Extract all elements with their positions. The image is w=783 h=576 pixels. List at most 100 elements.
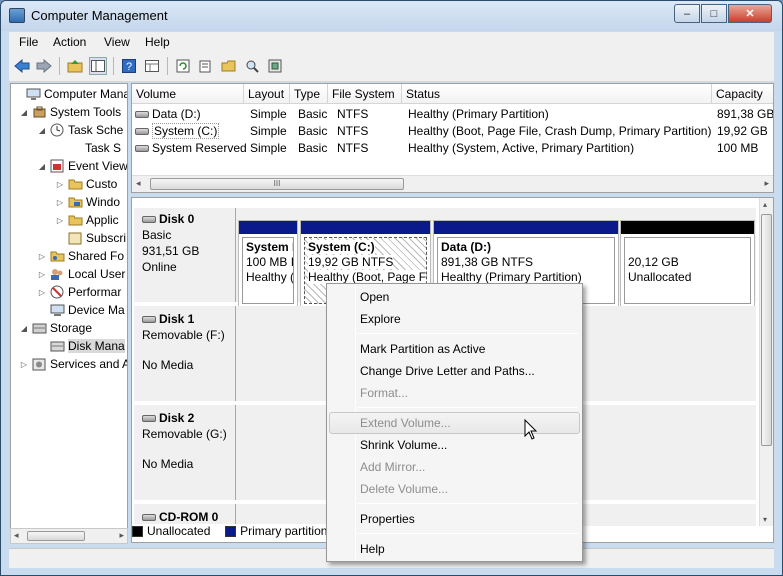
tree-item-subscriptions[interactable]: Subscri — [55, 229, 126, 247]
menu-item-format[interactable]: Format... — [329, 382, 580, 404]
volume-type: Basic — [298, 141, 328, 155]
partition-system-reserved[interactable]: System I 100 MB I Healthy ( — [238, 220, 298, 308]
column-header-capacity[interactable]: Capacity — [712, 84, 773, 104]
tree-item-label: Subscri — [86, 231, 127, 245]
menu-item-help[interactable]: Help — [329, 538, 580, 560]
partition-unallocated[interactable]: 20,12 GB Unallocated — [620, 220, 755, 308]
search-icon[interactable] — [243, 57, 261, 75]
volume-capacity: 100 MB — [717, 141, 759, 155]
menu-view[interactable]: View — [104, 35, 130, 49]
volume-horizontal-scrollbar[interactable]: ◂ III ▸ — [132, 175, 773, 192]
scroll-down-icon[interactable]: ▾ — [763, 515, 767, 524]
close-button[interactable]: ✕ — [728, 4, 772, 23]
menu-item-add-mirror[interactable]: Add Mirror... — [329, 456, 580, 478]
tree-expander: ▷ — [56, 215, 64, 225]
scroll-left-icon[interactable]: ◂ — [136, 178, 141, 189]
tree-item-storage[interactable]: ◢ Storage — [19, 319, 92, 337]
tree-item-task-scheduler[interactable]: ◢ Task Sche — [37, 121, 123, 139]
tree-item-windows-logs[interactable]: ▷ Windo — [55, 193, 120, 211]
tree-horizontal-scrollbar[interactable]: ◂ ▸ — [10, 528, 128, 544]
scroll-thumb[interactable] — [27, 531, 85, 541]
menu-item-change-drive-letter[interactable]: Change Drive Letter and Paths... — [329, 360, 580, 382]
refresh-icon[interactable] — [174, 57, 192, 75]
partition-body: 20,12 GB Unallocated — [624, 237, 751, 304]
tree-item-label: Device Ma — [68, 303, 125, 317]
volume-name: System (C:) — [135, 123, 220, 139]
open-folder-icon[interactable] — [220, 57, 238, 75]
tree-item-system-tools[interactable]: ◢ System Tools — [19, 103, 121, 121]
minimize-button[interactable]: – — [674, 4, 700, 23]
tree-item-computer-management[interactable]: Computer Manag — [13, 85, 127, 103]
volume-name-label: System (C:) — [152, 123, 220, 139]
navigation-tree[interactable]: Computer Manag ◢ System Tools ◢ Task Sch… — [10, 83, 128, 542]
column-header-volume[interactable]: Volume — [132, 84, 244, 104]
scroll-thumb[interactable]: III — [150, 178, 404, 190]
column-header-file-system[interactable]: File System — [328, 84, 402, 104]
menu-item-mark-partition-active[interactable]: Mark Partition as Active — [329, 338, 580, 360]
scroll-left-icon[interactable]: ◂ — [14, 530, 19, 541]
properties-grid-icon[interactable] — [143, 57, 161, 75]
disk-icon — [142, 415, 156, 423]
menu-item-shrink-volume[interactable]: Shrink Volume... — [329, 434, 580, 456]
up-folder-icon[interactable] — [66, 57, 84, 75]
tree-item-task-scheduler-library[interactable]: Task S — [73, 139, 121, 157]
title-bar[interactable]: Computer Management – □ ✕ — [1, 1, 782, 31]
help-icon[interactable]: ? — [120, 57, 138, 75]
scroll-thumb[interactable] — [761, 214, 772, 446]
export-list-icon[interactable] — [197, 57, 215, 75]
legend-swatch-unallocated — [132, 526, 143, 538]
disk-name: Disk 0 — [159, 212, 195, 226]
disk-vertical-scrollbar[interactable]: ▴ ▾ — [759, 198, 773, 526]
tree-expander: ◢ — [20, 323, 28, 333]
tools-icon — [31, 105, 47, 120]
back-arrow-icon[interactable] — [13, 57, 31, 75]
menu-item-delete-volume[interactable]: Delete Volume... — [329, 478, 580, 500]
disk-status: No Media — [142, 457, 194, 471]
tree-item-label: Applic — [86, 213, 119, 227]
scroll-right-icon[interactable]: ▸ — [119, 530, 124, 541]
menu-file[interactable]: File — [19, 35, 38, 49]
tree-item-event-viewer[interactable]: ◢ Event View — [37, 157, 127, 175]
tree-item-applications-logs[interactable]: ▷ Applic — [55, 211, 119, 229]
scroll-right-icon[interactable]: ▸ — [764, 178, 769, 189]
menu-item-properties[interactable]: Properties — [329, 508, 580, 530]
disk-2-label[interactable]: Disk 2 Removable (G:) No Media — [134, 405, 236, 500]
menu-action[interactable]: Action — [53, 35, 86, 49]
partition-status: Healthy (Boot, Page Fi — [308, 270, 427, 284]
disk-1-label[interactable]: Disk 1 Removable (F:) No Media — [134, 306, 236, 401]
show-hide-tree-icon[interactable] — [89, 57, 107, 75]
tree-item-performance[interactable]: ▷ Performar — [37, 283, 121, 301]
tree-item-device-manager[interactable]: Device Ma — [37, 301, 125, 319]
tree-item-label: Task Sche — [68, 123, 124, 137]
menu-help[interactable]: Help — [145, 35, 170, 49]
menu-item-explore[interactable]: Explore — [329, 308, 580, 330]
tree-item-disk-management[interactable]: Disk Mana — [37, 337, 125, 355]
disk-name: CD-ROM 0 — [159, 510, 219, 524]
disk-name: Disk 2 — [159, 411, 195, 425]
tree-item-custom-views[interactable]: ▷ Custo — [55, 175, 117, 193]
tree-item-label: Storage — [50, 321, 93, 335]
settings-icon[interactable] — [266, 57, 284, 75]
column-header-layout[interactable]: Layout — [244, 84, 290, 104]
menu-bar: File Action View Help — [9, 32, 774, 52]
tree-expander: ▷ — [38, 269, 46, 279]
menu-item-extend-volume[interactable]: Extend Volume... — [329, 412, 580, 434]
volume-status: Healthy (Primary Partition) — [408, 107, 549, 121]
menu-item-open[interactable]: Open — [329, 286, 580, 308]
tree-item-local-users[interactable]: ▷ Local User — [37, 265, 125, 283]
cdrom-0-header: CD-ROM 0 — [142, 510, 218, 524]
partition-status: Healthy ( — [246, 270, 294, 284]
maximize-button[interactable]: □ — [701, 4, 727, 23]
tree-item-services-and-applications[interactable]: ▷ Services and A — [19, 355, 127, 373]
column-header-type[interactable]: Type — [290, 84, 328, 104]
scroll-up-icon[interactable]: ▴ — [763, 200, 767, 209]
tree-item-label: Shared Fo — [68, 249, 125, 263]
column-header-status[interactable]: Status — [402, 84, 712, 104]
cdrom-0-label[interactable]: CD-ROM 0 — [134, 504, 236, 526]
partition-size: 20,12 GB — [628, 255, 679, 269]
partition-legend: Unallocated Primary partition — [132, 524, 332, 542]
disk-0-label[interactable]: Disk 0 Basic 931,51 GB Online — [134, 208, 236, 302]
volume-capacity: 19,92 GB — [717, 124, 768, 138]
forward-arrow-icon[interactable] — [35, 57, 53, 75]
tree-item-shared-folders[interactable]: ▷ Shared Fo — [37, 247, 124, 265]
